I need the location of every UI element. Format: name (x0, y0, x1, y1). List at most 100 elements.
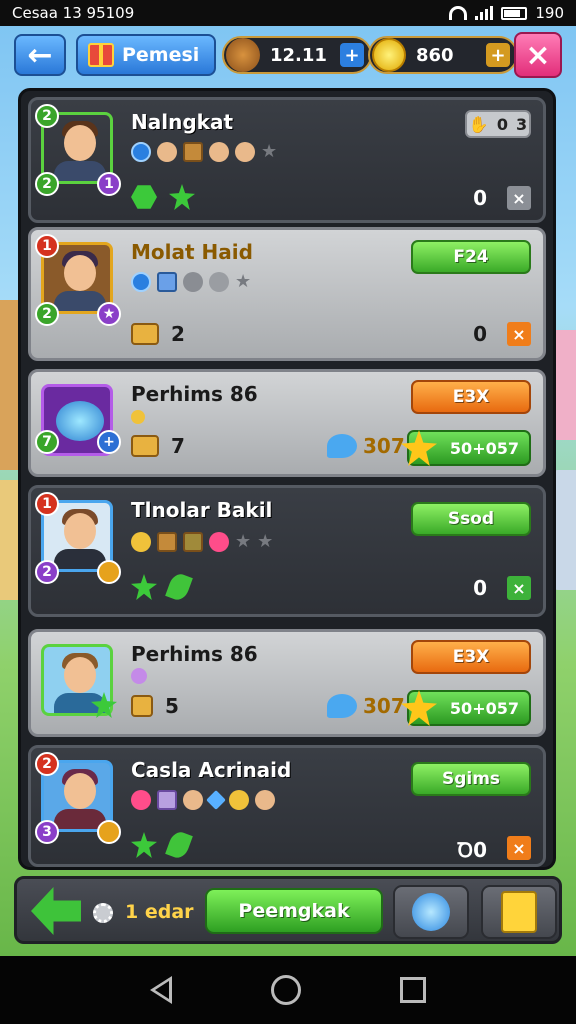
character-name: Perhims 86 (131, 642, 258, 666)
perk-row (131, 184, 195, 210)
close-button[interactable]: × (514, 32, 562, 78)
card-action-button[interactable]: E3X (411, 380, 531, 414)
add-wood-button[interactable]: + (340, 43, 364, 67)
trait-icons (131, 790, 275, 810)
system-nav-bar (0, 956, 576, 1024)
face-icon (157, 142, 177, 162)
character-name: Casla Acrinaid (131, 758, 292, 782)
medal-badge (97, 820, 121, 844)
claim-reward-label: 50+057 (449, 438, 519, 458)
level-badge: 1 (35, 492, 59, 516)
coin-icon (131, 532, 151, 552)
card-value: 0 (473, 186, 487, 210)
status-bar: Cesaa 13 95109 190 (0, 0, 576, 26)
character-card[interactable]: 1 2 Tlnolar Bakil ★ ★ Ssod 0 × (28, 485, 546, 617)
item-count: 2 (171, 322, 185, 346)
leaf-icon (165, 571, 193, 603)
chest-icon (131, 323, 159, 345)
level-text: 1 edar (125, 901, 194, 923)
coin-resource: 860 + (368, 36, 518, 74)
wood-icon (226, 38, 260, 72)
reward-amount: 307 (363, 694, 405, 718)
star-badge: ★ (97, 302, 121, 326)
coin-icon (372, 38, 406, 72)
add-coin-button[interactable]: + (486, 43, 510, 67)
character-card[interactable]: Perhims 86 5 E3X 307 50+057 (28, 629, 546, 737)
orb-button[interactable] (393, 885, 469, 939)
level-badge: 7 (35, 430, 59, 454)
back-button[interactable]: ← (14, 34, 66, 76)
item-count: 7 (171, 434, 185, 458)
dismiss-button[interactable]: × (507, 322, 531, 346)
card-action-button[interactable]: E3X (411, 640, 531, 674)
blue-orb-icon (412, 893, 450, 931)
dismiss-button[interactable]: × (507, 576, 531, 600)
character-card[interactable]: 1 2 ★ Molat Haid ★ 2 F24 0 × (28, 227, 546, 361)
perk-row: 7 (131, 434, 185, 458)
thumbs-icon: ✋ (468, 114, 489, 134)
character-card[interactable]: 7 + Perhims 86 7 E3X 307 50+057 (28, 369, 546, 477)
card-action-button[interactable]: Sgims (411, 762, 531, 796)
card-action-button[interactable]: Ssod (411, 502, 531, 536)
gold-star-icon (401, 690, 437, 726)
diamond-icon (206, 790, 226, 810)
circle-icon (209, 272, 229, 292)
green-gem-icon (131, 185, 157, 209)
portrait-gem (56, 401, 104, 441)
vote-badge[interactable]: ✋ 0 3 (465, 110, 531, 138)
chest-icon (131, 435, 159, 457)
battery-icon (501, 6, 528, 20)
nav-back-icon[interactable] (149, 976, 172, 1004)
level-badge: 2 (35, 752, 59, 776)
plus-badge: + (97, 430, 121, 454)
star-icon: ★ (261, 141, 278, 162)
item-count: 5 (165, 694, 179, 718)
nav-home-icon[interactable] (270, 975, 301, 1005)
heart-icon (131, 790, 151, 810)
claim-reward-button[interactable]: 50+057 (401, 690, 531, 726)
flower-icon (131, 668, 147, 684)
crate-icon (183, 532, 203, 552)
heart-icon (209, 532, 229, 552)
gift-button[interactable]: Pemesi (76, 34, 216, 76)
claim-reward-button[interactable]: 50+057 (401, 430, 531, 466)
star-icon: ★ (235, 531, 252, 552)
character-card[interactable]: 2 3 Casla Acrinaid Sgims Ꝺ0 × (28, 745, 546, 867)
level-badge: 2 (35, 302, 59, 326)
reward-amount: 307 (363, 434, 405, 458)
character-name: Tlnolar Bakil (131, 498, 273, 522)
dismiss-button[interactable]: × (507, 186, 531, 210)
arrow-back-button[interactable] (31, 887, 81, 935)
dismiss-button[interactable]: × (507, 836, 531, 860)
trait-icons (131, 410, 145, 424)
portrait-head (64, 125, 96, 161)
level-badge: 2 (35, 104, 59, 128)
character-name: Perhims 86 (131, 382, 258, 406)
shield-icon (183, 272, 203, 292)
battery-level: 190 (535, 4, 564, 22)
perk-row (131, 571, 193, 603)
crate-icon (157, 790, 177, 810)
character-name: Nalngkat (131, 110, 234, 134)
portrait-head (64, 255, 96, 291)
claim-reward-label: 50+057 (449, 698, 519, 718)
green-star-icon (131, 832, 157, 858)
card-value: 0 (473, 576, 487, 600)
coin-small-icon (131, 410, 145, 424)
green-star-icon (169, 184, 195, 210)
water-drop-icon (327, 694, 357, 718)
face-icon (255, 790, 275, 810)
signal-icon (475, 6, 494, 20)
nav-recents-icon[interactable] (400, 977, 427, 1003)
scroll-button[interactable] (481, 885, 557, 939)
gift-label: Pemesi (122, 44, 200, 66)
water-drop-icon (327, 434, 357, 458)
info-icon (131, 272, 151, 292)
upgrade-button[interactable]: Peemgkak (205, 888, 383, 934)
level-badge: 1 (35, 234, 59, 258)
card-value: 0 (473, 322, 487, 346)
card-action-button[interactable]: F24 (411, 240, 531, 274)
star-icon: ★ (235, 271, 252, 292)
level-badge: 2 (35, 172, 59, 196)
character-card[interactable]: 2 2 1 Nalngkat ★ ✋ 0 3 0 × (28, 97, 546, 223)
